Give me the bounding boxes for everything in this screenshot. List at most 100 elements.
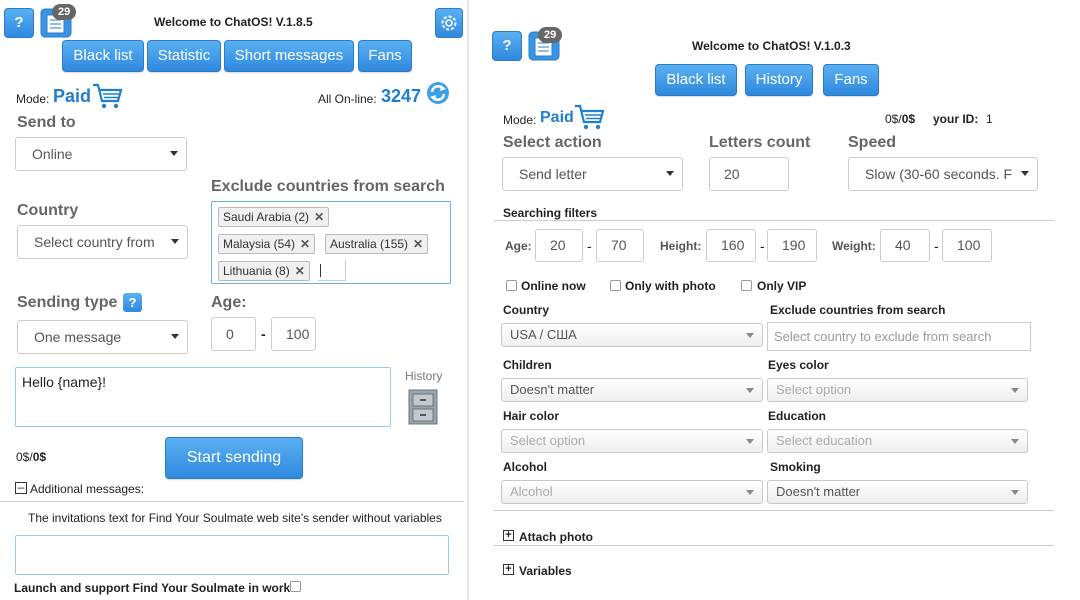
mode-value: Paid (53, 86, 92, 106)
launch-support-checkbox[interactable] (290, 581, 301, 592)
close-icon[interactable]: ✕ (413, 237, 423, 251)
nav-fans[interactable]: Fans (823, 64, 879, 96)
speed-select[interactable]: Slow (30-60 seconds. F (848, 157, 1038, 191)
only-with-photo-label: Only with photo (625, 279, 716, 293)
attach-photo-label[interactable]: Attach photo (519, 530, 593, 544)
nav-short-messages[interactable]: Short messages (224, 40, 354, 72)
excluded-country-tag: Saudi Arabia (2) ✕ (218, 207, 330, 227)
exclude-countries-input[interactable]: Select country to exclude from search (767, 322, 1031, 351)
only-with-photo-checkbox[interactable] (610, 280, 621, 291)
send-to-select[interactable]: Online (15, 137, 187, 171)
variables-label[interactable]: Variables (519, 564, 572, 578)
nav-black-list[interactable]: Black list (655, 64, 737, 96)
weight-separator: - (934, 238, 939, 254)
chevron-down-icon (1021, 171, 1029, 176)
mode-value: Paid (540, 109, 574, 126)
country-value: USA / США (510, 327, 577, 342)
divider (494, 510, 1054, 511)
hair-color-value: Select option (510, 433, 586, 448)
age-from-input[interactable]: 20 (535, 229, 583, 262)
start-sending-button[interactable]: Start sending (165, 437, 303, 479)
chevron-down-icon (1011, 388, 1019, 393)
invitations-textarea[interactable] (15, 535, 449, 575)
searching-filters-label: Searching filters (503, 206, 598, 220)
nav-history[interactable]: History (745, 64, 813, 96)
select-action-select[interactable]: Send letter (502, 157, 683, 191)
chevron-down-icon (746, 388, 754, 393)
smoking-label: Smoking (770, 460, 821, 474)
expand-attach-photo-icon[interactable]: + (503, 530, 514, 541)
page-title: Welcome to ChatOS! V.1.0.3 (692, 39, 851, 53)
mode-label: Mode: (503, 113, 537, 127)
close-icon[interactable]: ✕ (295, 264, 305, 278)
weight-from-input[interactable]: 40 (880, 229, 930, 262)
exclude-countries-box[interactable]: Saudi Arabia (2) ✕ Malaysia (54) ✕ Austral… (211, 201, 451, 284)
mode-label: Mode: (16, 92, 50, 106)
online-label: All On-line: (318, 92, 377, 106)
country-select[interactable]: Select country from (17, 225, 188, 259)
select-action-value: Send letter (519, 166, 587, 182)
chevron-down-icon (171, 239, 179, 244)
refresh-icon[interactable] (425, 80, 451, 109)
letters-count-input[interactable]: 20 (709, 157, 789, 191)
collapse-icon[interactable]: – (15, 481, 27, 494)
chevron-down-icon (1011, 439, 1019, 444)
age-to-input[interactable]: 100 (271, 317, 316, 351)
history-cabinet-icon[interactable] (407, 386, 441, 429)
sending-type-select[interactable]: One message (17, 320, 188, 354)
nav-fans[interactable]: Fans (358, 40, 412, 72)
weight-to-input[interactable]: 100 (942, 229, 992, 262)
online-now-checkbox[interactable] (506, 280, 517, 291)
smoking-select[interactable]: Doesn't matter (767, 480, 1028, 504)
gear-icon (441, 15, 457, 31)
additional-messages-label[interactable]: Additional messages: (30, 482, 144, 496)
exclude-label: Exclude countries from search (211, 178, 445, 195)
children-value: Doesn't matter (510, 382, 595, 397)
country-label: Country (503, 303, 549, 317)
hair-color-label: Hair color (503, 409, 560, 423)
chevron-down-icon (746, 333, 754, 338)
tag-label: Malaysia (54) (223, 237, 296, 251)
text-cursor (320, 264, 321, 277)
alcohol-select[interactable]: Alcohol (501, 480, 763, 504)
age-from-input[interactable]: 0 (211, 317, 256, 351)
eyes-color-label: Eyes color (768, 358, 829, 372)
education-select[interactable]: Select education (767, 429, 1028, 453)
age-label: Age: (505, 239, 532, 253)
close-icon[interactable]: ✕ (300, 237, 310, 251)
alcohol-label: Alcohol (503, 460, 547, 474)
nav-black-list[interactable]: Black list (62, 40, 144, 72)
help-button[interactable]: ? (4, 8, 34, 38)
expand-variables-icon[interactable]: + (503, 564, 514, 575)
education-value: Select education (776, 433, 873, 448)
balance: 0$/0$ (16, 450, 46, 464)
close-icon[interactable]: ✕ (314, 210, 324, 224)
history-label: History (405, 369, 443, 383)
country-label: Country (17, 202, 79, 219)
age-to-input[interactable]: 70 (596, 229, 644, 262)
sending-type-help-button[interactable]: ? (123, 293, 142, 312)
message-textarea[interactable]: Hello {name}! (15, 367, 391, 427)
eyes-color-select[interactable]: Select option (767, 378, 1028, 402)
education-label: Education (768, 409, 827, 423)
excluded-country-tag: Australia (155) ✕ (325, 234, 429, 254)
country-select[interactable]: USA / США (501, 323, 763, 347)
help-button[interactable]: ? (492, 31, 522, 61)
balance-prefix: 0$/ (16, 450, 33, 464)
chevron-down-icon (171, 334, 179, 339)
divider (494, 545, 1054, 546)
children-select[interactable]: Doesn't matter (501, 378, 763, 402)
exclude-search-input[interactable] (318, 259, 346, 281)
divider (494, 220, 1054, 221)
height-from-input[interactable]: 160 (706, 229, 756, 262)
chevron-down-icon (666, 171, 674, 176)
nav-statistic[interactable]: Statistic (147, 40, 221, 72)
only-vip-checkbox[interactable] (741, 280, 752, 291)
online-count: 3247 (381, 86, 422, 106)
your-id-label: your ID: (933, 112, 979, 126)
hair-color-select[interactable]: Select option (501, 429, 763, 453)
balance: 0$/0$ (885, 112, 915, 126)
settings-button[interactable] (435, 8, 463, 38)
panel-divider (467, 0, 469, 600)
height-to-input[interactable]: 190 (767, 229, 817, 262)
